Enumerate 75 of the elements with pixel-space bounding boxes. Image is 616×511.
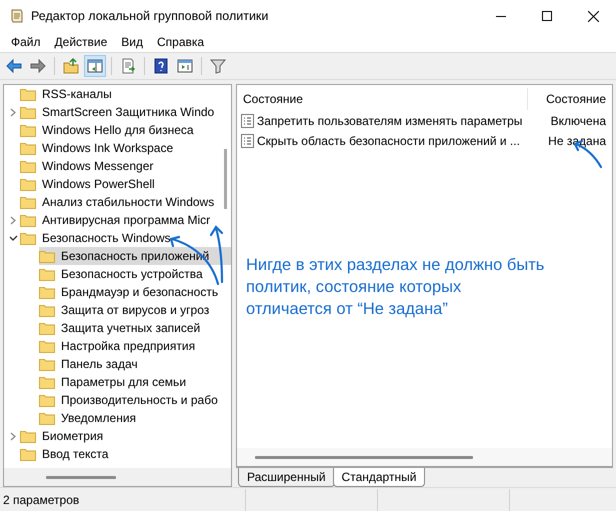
menu-item[interactable]: Вид	[114, 33, 150, 51]
folder-icon	[20, 447, 36, 461]
tree-item[interactable]: Защита от вирусов и угроз	[4, 301, 231, 319]
policy-icon	[241, 114, 254, 128]
tree-item[interactable]: RSS-каналы	[4, 85, 231, 103]
folder-icon	[39, 285, 55, 299]
scrollbar-thumb[interactable]	[255, 456, 473, 458]
tree-item[interactable]: Безопасность Windows	[4, 229, 231, 247]
menu-item[interactable]: Файл	[4, 33, 48, 51]
tree-item[interactable]: Windows Ink Workspace	[4, 139, 231, 157]
expanded-icon[interactable]	[8, 234, 18, 242]
folder-icon	[20, 159, 36, 173]
collapsed-icon[interactable]	[10, 216, 16, 224]
folder-icon	[62, 57, 80, 75]
view-tab[interactable]: Стандартный	[332, 468, 426, 487]
column-header[interactable]: Состояние	[237, 90, 527, 108]
folder-icon	[20, 87, 36, 101]
tree-item[interactable]: Уведомления	[4, 409, 231, 427]
collapsed-icon[interactable]	[10, 108, 16, 116]
folder-icon	[39, 321, 55, 335]
scrollbar-thumb[interactable]	[46, 476, 116, 478]
tree-item[interactable]: Панель задач	[4, 355, 231, 373]
tree-item[interactable]: Анализ стабильности Windows	[4, 193, 231, 211]
policy-icon	[241, 134, 254, 148]
view-tab[interactable]: Расширенный	[238, 468, 335, 487]
folder-icon	[20, 195, 36, 209]
column-header[interactable]: Состояние	[528, 90, 612, 108]
tree-item[interactable]: Windows PowerShell	[4, 175, 231, 193]
tree-item[interactable]: Ввод текста	[4, 445, 231, 463]
status-text: 2 параметров	[0, 488, 246, 510]
scrollbar-thumb[interactable]	[224, 149, 227, 209]
folder-icon	[39, 249, 55, 263]
tree-item[interactable]: Биометрия	[4, 427, 231, 445]
tree-item[interactable]: Производительность и рабо	[4, 391, 231, 409]
help-icon	[152, 57, 170, 75]
folder-icon	[39, 375, 55, 389]
folder-icon	[20, 123, 36, 137]
maximize-icon	[542, 11, 552, 21]
folder-icon	[20, 105, 36, 119]
tree-item[interactable]: Защита учетных записей	[4, 319, 231, 337]
pane-button[interactable]	[84, 55, 106, 77]
forward-icon	[29, 57, 47, 75]
menu-item[interactable]: Действие	[48, 33, 114, 51]
tree-item[interactable]: SmartScreen Защитника Windo	[4, 103, 231, 121]
annotation-text: Нигде в этих разделах не должно быть политик, состояние которых отличается от “Не задана”	[246, 255, 544, 320]
policy-name[interactable]: Скрыть область безопасности приложений и ...	[237, 132, 528, 150]
folder-icon	[39, 411, 55, 425]
back-icon	[5, 57, 23, 75]
folder-icon	[20, 213, 36, 227]
folder-icon	[39, 357, 55, 371]
window-title: Редактор локальной групповой политики	[31, 8, 268, 25]
pane-icon	[86, 57, 104, 75]
state-cell-text: Включена	[550, 113, 607, 130]
folder-icon	[20, 177, 36, 191]
tree-item[interactable]: Брандмауэр и безопасность	[4, 283, 231, 301]
folder-icon	[39, 267, 55, 281]
tree-item[interactable]: Настройка предприятия	[4, 337, 231, 355]
folder-icon	[39, 339, 55, 353]
folder-icon	[39, 303, 55, 317]
properties-icon	[176, 57, 194, 75]
tree-item[interactable]: Безопасность устройства	[4, 265, 231, 283]
folder-icon	[20, 141, 36, 155]
tree-item[interactable]: Windows Messenger	[4, 157, 231, 175]
close-icon	[588, 10, 598, 22]
policy-name[interactable]: Запретить пользователям изменять параметры	[237, 112, 528, 130]
tree-item[interactable]: Windows Hello для бизнеса	[4, 121, 231, 139]
filter-icon	[209, 57, 227, 75]
folder-icon	[39, 393, 55, 407]
folder-icon	[20, 231, 36, 245]
app-icon	[9, 8, 25, 24]
collapsed-icon[interactable]	[10, 432, 16, 440]
tree-item[interactable]: Параметры для семьи	[4, 373, 231, 391]
folder-icon	[20, 429, 36, 443]
menu-item[interactable]: Справка	[150, 33, 212, 51]
tree-item[interactable]: Антивирусная программа Micr	[4, 211, 231, 229]
